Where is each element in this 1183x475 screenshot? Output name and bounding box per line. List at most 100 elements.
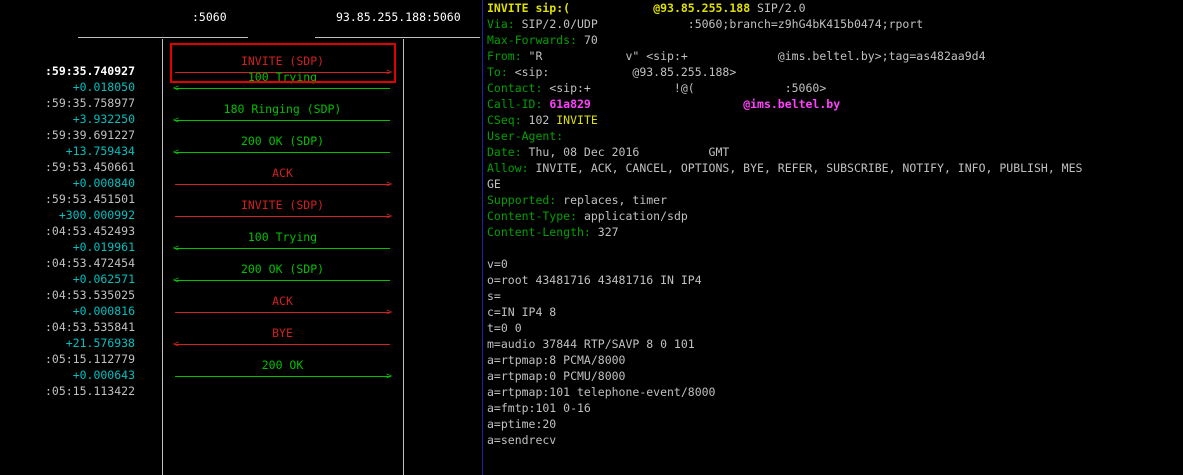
sip-line: User-Agent: [487,128,1082,144]
timestamp[interactable]: :04:53.535841 [45,320,135,334]
message-arrow[interactable]: < [173,340,390,350]
sip-line: c=IN IP4 8 [487,304,1082,320]
message-arrow[interactable]: < [173,148,390,158]
message-arrow[interactable]: < [173,84,390,94]
time-delta[interactable]: +13.759434 [66,144,135,158]
sip-text [591,97,743,111]
time-delta[interactable]: +0.000816 [73,304,135,318]
sip-text: SIP/2.0/UDP :5060;branch=z9hG4bK415b0474… [521,17,924,31]
sip-line: Allow: INVITE, ACK, CANCEL, OPTIONS, BYE… [487,160,1082,176]
sip-line: From: "R v" <sip:+ @ims.beltel.by>;tag=a… [487,48,1082,64]
timestamp[interactable]: :59:35.758977 [45,96,135,110]
arrow-right-icon: > [385,179,392,190]
sip-line: Date: Thu, 08 Dec 2016 GMT [487,144,1082,160]
message-label[interactable]: 180 Ringing (SDP) [175,102,390,116]
arrow-left-icon: < [173,243,180,254]
time-delta[interactable]: +21.576938 [66,336,135,350]
sip-text: replaces, timer [563,193,668,207]
sip-text: m=audio 37844 RTP/SAVP 8 0 101 [487,337,695,351]
time-delta[interactable]: +0.000840 [73,176,135,190]
sip-line: o=root 43481716 43481716 IN IP4 [487,272,1082,288]
sip-line: a=rtpmap:101 telephone-event/8000 [487,384,1082,400]
sip-text: 70 [583,33,598,47]
sip-line: Contact: <sip:+ !@( :5060> [487,80,1082,96]
sip-text: GE [487,177,501,191]
time-delta[interactable]: +300.000992 [59,208,135,222]
sip-text: INVITE [556,113,598,127]
sip-text: a=rtpmap:8 PCMA/8000 [487,353,626,367]
sip-header-name: Allow: [487,161,536,175]
sip-text: a=fmtp:101 0-16 [487,401,591,415]
message-arrow[interactable]: > [175,180,392,190]
timestamp[interactable]: :04:53.452493 [45,224,135,238]
message-arrow[interactable]: > [175,308,392,318]
timestamp[interactable]: :59:39.691227 [45,128,135,142]
sip-text: application/sdp [583,209,688,223]
sip-line: s= [487,288,1082,304]
message-label[interactable]: 200 OK [175,358,390,372]
sip-text: a=rtpmap:0 PCMU/8000 [487,369,626,383]
time-delta[interactable]: +3.932250 [73,112,135,126]
sip-text: @ims.beltel.by [743,97,841,111]
sip-line: INVITE sip:( @93.85.255.188 SIP/2.0 [487,0,1082,16]
sip-header-name: Date: [487,145,529,159]
sip-line: To: <sip: @93.85.255.188> [487,64,1082,80]
sip-header-name: Content-Length: [487,225,598,239]
message-label[interactable]: INVITE (SDP) [175,198,390,212]
endpoint-right-label: 93.85.255.188:5060 [336,10,461,24]
sip-line: CSeq: 102 INVITE [487,112,1082,128]
message-arrow[interactable]: < [173,244,390,254]
sip-header-name: Max-Forwards: [487,33,584,47]
sip-text: t=0 0 [487,321,522,335]
pane-divider[interactable] [482,0,483,475]
message-label[interactable]: 100 Trying [175,230,390,244]
lifeline-right [403,39,404,475]
arrow-left-icon: < [173,83,180,94]
timestamp[interactable]: :04:53.535025 [45,288,135,302]
endpoint-right-underline [315,37,480,38]
sip-header-name: Supported: [487,193,564,207]
sip-line: Max-Forwards: 70 [487,32,1082,48]
message-label[interactable]: 200 OK (SDP) [175,262,390,276]
lifeline-left [162,39,163,475]
sip-text: "R v" <sip:+ @ims.beltel.by>;tag=as482aa… [528,49,986,63]
sip-line: a=rtpmap:8 PCMA/8000 [487,352,1082,368]
sip-text: 102 [528,113,557,127]
timestamp[interactable]: :59:53.451501 [45,192,135,206]
message-arrow[interactable]: < [173,276,390,286]
sip-line: m=audio 37844 RTP/SAVP 8 0 101 [487,336,1082,352]
timestamp[interactable]: :59:35.740927 [45,64,135,78]
sip-line: a=rtpmap:0 PCMU/8000 [487,368,1082,384]
sip-line: a=sendrecv [487,432,1082,448]
arrow-left-icon: < [173,115,180,126]
sip-line: GE [487,176,1082,192]
sip-header-name: Call-ID: [487,97,550,111]
message-label[interactable]: ACK [175,294,390,308]
time-delta[interactable]: +0.018050 [73,80,135,94]
timestamp[interactable]: :05:15.112779 [45,352,135,366]
sip-header-name: To: [487,65,515,79]
sip-header-name: Content-Type: [487,209,584,223]
sip-header-name: From: [487,49,529,63]
message-label[interactable]: BYE [175,326,390,340]
time-delta[interactable]: +0.062571 [73,272,135,286]
message-arrow[interactable]: < [173,116,390,126]
arrow-left-icon: < [173,275,180,286]
sip-text: c=IN IP4 8 [487,305,557,319]
timestamp[interactable]: :04:53.472454 [45,256,135,270]
sip-line: t=0 0 [487,320,1082,336]
sip-text: <sip: @93.85.255.188> [514,65,737,79]
sip-text: o=root 43481716 43481716 IN IP4 [487,273,702,287]
sip-text: a=sendrecv [487,433,557,447]
endpoint-left-label: :5060 [192,10,227,24]
message-arrow[interactable]: > [175,372,392,382]
time-delta[interactable]: +0.000643 [73,368,135,382]
timestamp[interactable]: :05:15.113422 [45,384,135,398]
message-arrow[interactable]: > [175,212,392,222]
message-label[interactable]: ACK [175,166,390,180]
endpoint-left-underline [78,37,248,38]
message-label[interactable]: 200 OK (SDP) [175,134,390,148]
time-delta[interactable]: +0.019961 [73,240,135,254]
sip-line: Call-ID: 61a829 @ims.beltel.by [487,96,1082,112]
timestamp[interactable]: :59:53.450661 [45,160,135,174]
